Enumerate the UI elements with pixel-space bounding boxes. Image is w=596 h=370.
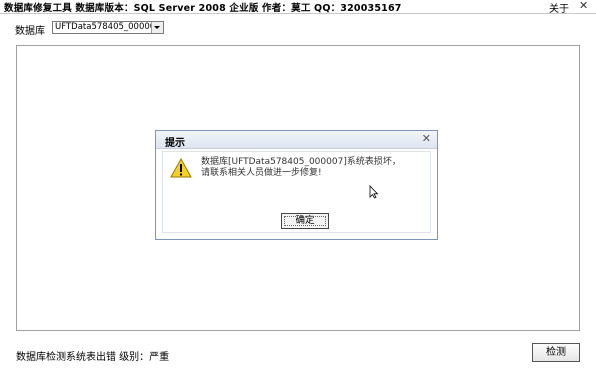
close-icon[interactable]: ✕ [579,0,588,12]
database-select[interactable]: UFTData578405_000007 [52,21,164,34]
dialog-header: 提示 ✕ [156,131,437,149]
database-label: 数据库 [15,26,45,37]
dialog-message: 数据库[UFTData578405_000007]系统表损坏，请联系相关人员做进… [201,157,401,178]
alert-dialog: 提示 ✕ 数据库[UFTData578405_000007]系统表损坏，请联系相… [155,130,438,240]
status-message: 数据库检测系统表出错 级别：严重 [16,352,170,363]
ok-button[interactable]: 确定 [281,213,329,229]
window-title: 数据库修复工具 数据库版本：SQL Server 2008 企业版 作者：莫工 … [4,3,402,14]
dialog-body: 数据库[UFTData578405_000007]系统表损坏，请联系相关人员做进… [162,151,431,233]
mouse-cursor-icon [369,185,379,199]
title-bar: 数据库修复工具 数据库版本：SQL Server 2008 企业版 作者：莫工 … [0,0,596,15]
check-button[interactable]: 检测 [532,343,580,362]
about-menu[interactable]: 关于 [549,0,569,15]
chevron-down-icon[interactable] [151,22,163,33]
dialog-title: 提示 [165,138,185,149]
database-select-value: UFTData578405_000007 [55,22,161,32]
dialog-close-icon[interactable]: ✕ [422,132,431,145]
warning-icon [170,158,192,178]
